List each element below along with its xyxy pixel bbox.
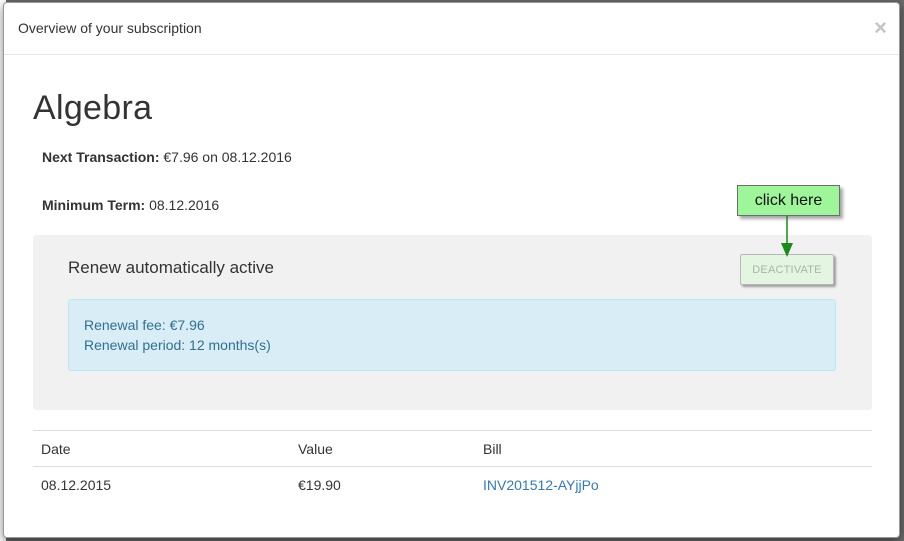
click-here-callout: click here [737,185,840,216]
modal-title: Overview of your subscription [18,20,202,36]
bill-link[interactable]: INV201512-AYjjPo [483,477,599,493]
callout-arrow-icon [781,216,793,257]
billing-history-table: Date Value Bill 08.12.2015 €19.90 INV201… [33,430,872,503]
renewal-status: Renew automatically active [68,258,274,277]
subscription-name: Algebra [33,89,153,127]
close-icon[interactable]: × [874,17,887,39]
next-transaction-label: Next Transaction: [42,149,160,165]
column-header-date: Date [41,441,71,457]
next-transaction: Next Transaction: €7.96 on 08.12.2016 [42,149,292,165]
table-header-row: Date Value Bill [33,430,872,467]
renewal-panel: Renew automatically active DEACTIVATE Re… [33,235,872,410]
minimum-term: Minimum Term: 08.12.2016 [42,197,219,213]
modal-header: Overview of your subscription × [4,3,899,55]
minimum-term-value: 08.12.2016 [149,197,220,213]
column-header-bill: Bill [483,441,502,457]
renewal-period: Renewal period: 12 months(s) [84,337,271,353]
row-date: 08.12.2015 [41,477,112,493]
next-transaction-value: €7.96 on 08.12.2016 [163,149,292,165]
deactivate-button[interactable]: DEACTIVATE [740,254,834,285]
renewal-info-box: Renewal fee: €7.96 Renewal period: 12 mo… [68,299,836,371]
minimum-term-label: Minimum Term: [42,197,146,213]
table-row: 08.12.2015 €19.90 INV201512-AYjjPo [33,467,872,503]
column-header-value: Value [298,441,333,457]
subscription-modal: Overview of your subscription × Algebra … [3,2,900,538]
renewal-fee: Renewal fee: €7.96 [84,317,205,333]
row-value: €19.90 [298,477,341,493]
